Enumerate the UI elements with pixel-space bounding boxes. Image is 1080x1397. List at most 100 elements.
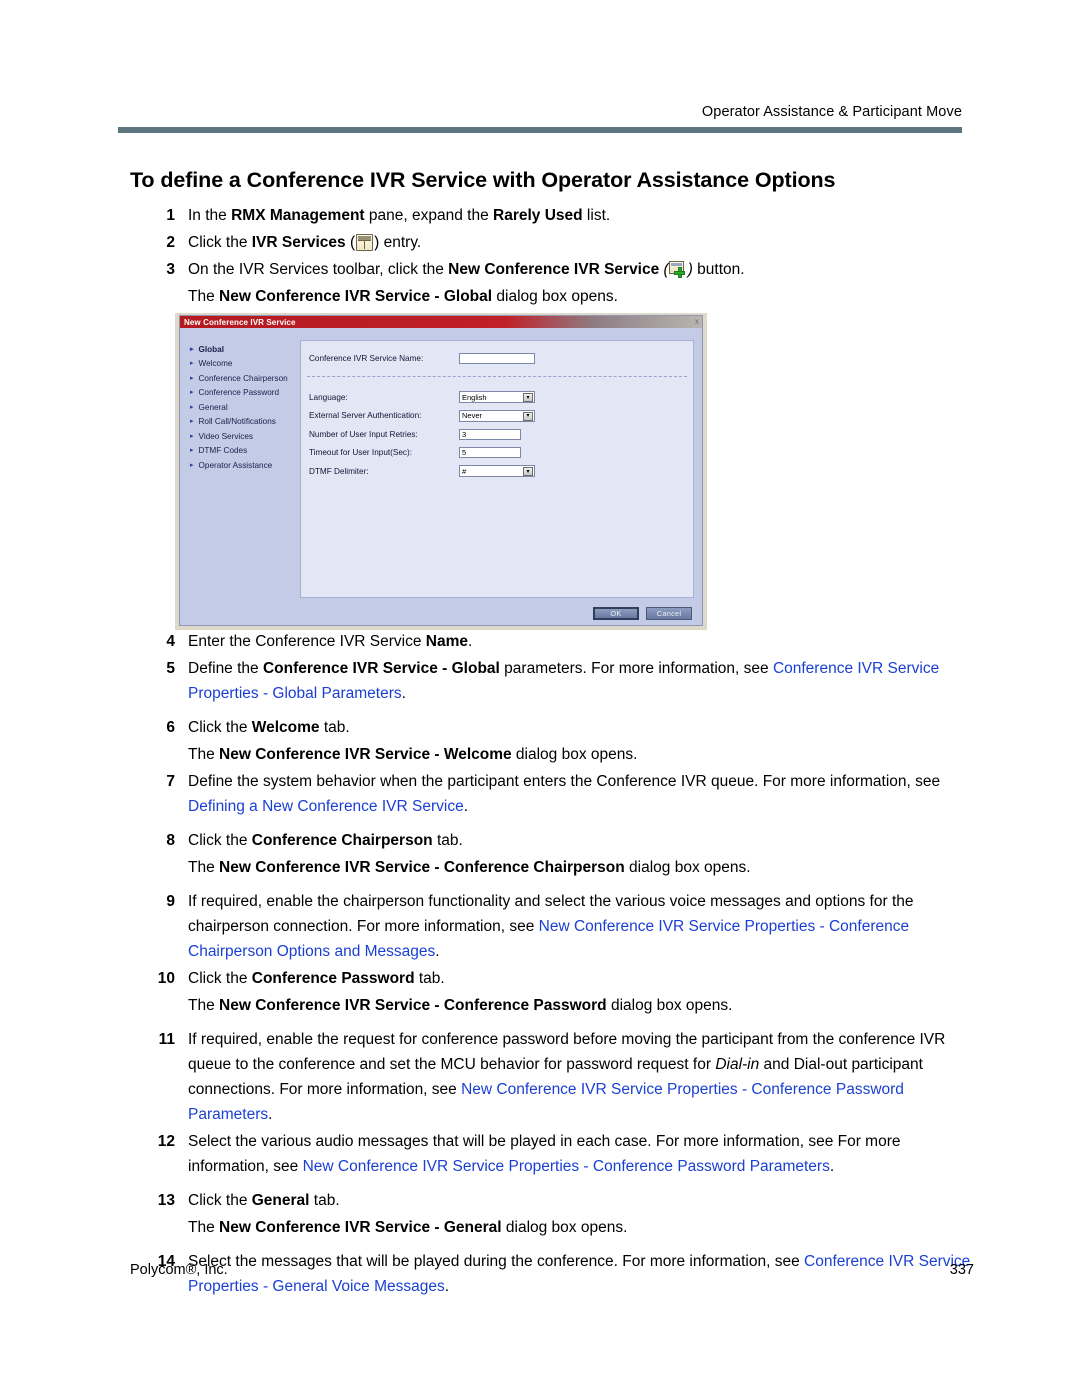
step-text: button. <box>692 261 745 278</box>
field-row-language: Language: English ▾ <box>301 388 693 407</box>
nav-top-spacer <box>180 328 300 342</box>
dialog-nav-item-dtmf-codes[interactable]: ▸ DTMF Codes <box>180 444 300 459</box>
step-gap <box>148 1020 978 1027</box>
step-number: 3 <box>166 261 175 278</box>
step-number: 7 <box>166 773 175 790</box>
step-text: Define the <box>188 660 263 677</box>
step-body: On the IVR Services toolbar, click the N… <box>177 257 978 282</box>
dialog-nav-item-conference-password[interactable]: ▸ Conference Password <box>180 386 300 401</box>
emphasis-text: General <box>251 1192 310 1209</box>
step-gap <box>148 882 978 889</box>
combo-language[interactable]: English ▾ <box>459 391 535 404</box>
step-number: 4 <box>166 633 175 650</box>
page-footer: Polycom®, Inc. 337 <box>130 1262 974 1278</box>
chevron-right-icon: ▸ <box>190 403 194 411</box>
step-text: Enter the Conference IVR Service <box>188 633 426 650</box>
dialog-nav-item-label: Roll Call/Notifications <box>198 417 276 427</box>
header-rule <box>118 127 962 133</box>
step-body: Click the Conference Password tab. <box>177 966 978 991</box>
dialog-nav-item-global[interactable]: ▸ Global <box>180 342 300 357</box>
combo-value: # <box>462 466 467 476</box>
emphasis-text: New Conference IVR Service - Welcome <box>219 746 512 763</box>
dialog-nav-item-roll-call-notifications[interactable]: ▸ Roll Call/Notifications <box>180 415 300 430</box>
step-text: . <box>268 1106 273 1123</box>
chevron-right-icon: ▸ <box>190 418 194 426</box>
dialog-title: New Conference IVR Service <box>184 317 296 327</box>
cross-reference-link[interactable]: Defining a New Conference IVR Service <box>188 798 464 815</box>
step-text: parameters. For more information, see <box>499 660 773 677</box>
emphasis-text: New Conference IVR Service - Conference … <box>219 859 625 876</box>
emphasis-text: Welcome <box>251 719 320 736</box>
combo-dtmf-delimiter[interactable]: # ▾ <box>459 465 535 478</box>
dialog-titlebar: New Conference IVR Service x <box>180 316 702 328</box>
chevron-right-icon: ▸ <box>190 345 194 353</box>
input-timeout-for-user-input-sec[interactable]: 5 <box>459 447 521 459</box>
cross-reference-link[interactable]: New Conference IVR Service Properties - … <box>303 1158 830 1175</box>
dialog-button-bar: OK Cancel <box>593 607 692 620</box>
chevron-down-icon[interactable]: ▾ <box>523 393 533 403</box>
name-field-label: Conference IVR Service Name: <box>309 354 424 363</box>
chevron-right-icon: ▸ <box>190 432 194 440</box>
chevron-right-icon: ▸ <box>190 461 194 469</box>
procedure-step: 13 Click the General tab. <box>148 1188 978 1213</box>
procedure-step: 4 Enter the Conference IVR Service Name. <box>148 629 978 654</box>
step-number: 13 <box>157 1192 175 1209</box>
step-text: ) entry. <box>374 234 422 251</box>
conference-ivr-service-name-input[interactable] <box>459 353 535 364</box>
field-label-dtmf-delimiter: DTMF Delimiter: <box>309 466 369 476</box>
step-body: Enter the Conference IVR Service Name. <box>177 629 978 654</box>
emphasis-text: Rarely Used <box>493 207 583 224</box>
chevron-down-icon[interactable]: ▾ <box>523 467 533 477</box>
procedure-step: 9 If required, enable the chairperson fun… <box>148 889 978 964</box>
procedure-step: 1 In the RMX Management pane, expand the … <box>148 203 978 228</box>
procedure-step: 8 Click the Conference Chairperson tab. <box>148 828 978 853</box>
emphasis-text: Conference Password <box>251 970 415 987</box>
dialog-nav-item-video-services[interactable]: ▸ Video Services <box>180 429 300 444</box>
dialog-nav-item-general[interactable]: ▸ General <box>180 400 300 415</box>
dialog-nav-item-conference-chairperson[interactable]: ▸ Conference Chairperson <box>180 371 300 386</box>
procedure-step: 2 Click the IVR Services () entry. <box>148 230 978 255</box>
step-text: Click the <box>188 832 252 849</box>
chevron-down-icon[interactable]: ▾ <box>523 411 533 421</box>
step-text: dialog box opens. <box>511 746 638 763</box>
ok-button[interactable]: OK <box>593 607 639 620</box>
step-text: tab. <box>414 970 445 987</box>
procedure-step: 11 If required, enable the request for co… <box>148 1027 978 1127</box>
close-icon[interactable]: x <box>695 317 699 327</box>
step-text: The <box>188 288 220 305</box>
name-field-row: Conference IVR Service Name: <box>301 350 693 367</box>
step-text: tab. <box>319 719 350 736</box>
step-number: 9 <box>166 893 175 910</box>
step-text: dialog box opens. <box>606 997 733 1014</box>
step-body: In the RMX Management pane, expand the R… <box>177 203 978 228</box>
step-body: Click the Welcome tab. <box>177 715 978 740</box>
emphasis-text: Name <box>425 633 469 650</box>
step-text: list. <box>582 207 611 224</box>
field-label-timeout-for-user-input-sec: Timeout for User Input(Sec): <box>309 448 412 458</box>
step-text: . <box>463 798 468 815</box>
new-conference-ivr-service-icon <box>668 261 688 278</box>
step-text: . <box>829 1158 835 1175</box>
step-number: 10 <box>157 970 175 987</box>
step-text: dialog box opens. <box>624 859 751 876</box>
dialog-nav-item-welcome[interactable]: ▸ Welcome <box>180 357 300 372</box>
dialog-nav-item-label: General <box>198 402 228 412</box>
procedure-step: 12 Select the various audio messages that… <box>148 1129 978 1179</box>
step-text: On the IVR Services toolbar, click the <box>188 261 449 278</box>
combo-external-server-authentication[interactable]: Never ▾ <box>459 409 535 422</box>
emphasis-text: New Conference IVR Service - Conference … <box>219 997 607 1014</box>
step-body: If required, enable the request for conf… <box>177 1027 978 1127</box>
cancel-button[interactable]: Cancel <box>646 607 692 620</box>
input-number-of-user-input-retries[interactable]: 3 <box>459 428 521 440</box>
page-title: To define a Conference IVR Service with … <box>130 168 836 192</box>
dialog-nav-item-operator-assistance[interactable]: ▸ Operator Assistance <box>180 458 300 473</box>
emphasis-text: Conference IVR Service - Global <box>262 660 500 677</box>
step-body: If required, enable the chairperson func… <box>177 889 978 964</box>
chevron-right-icon: ▸ <box>190 374 194 382</box>
step-continuation: The New Conference IVR Service - Global … <box>148 284 978 309</box>
chevron-right-icon: ▸ <box>190 389 194 397</box>
field-label-language: Language: <box>309 392 348 402</box>
step-body: Define the system behavior when the part… <box>177 769 978 819</box>
step-number: 6 <box>166 719 175 736</box>
step-number: 8 <box>166 832 175 849</box>
